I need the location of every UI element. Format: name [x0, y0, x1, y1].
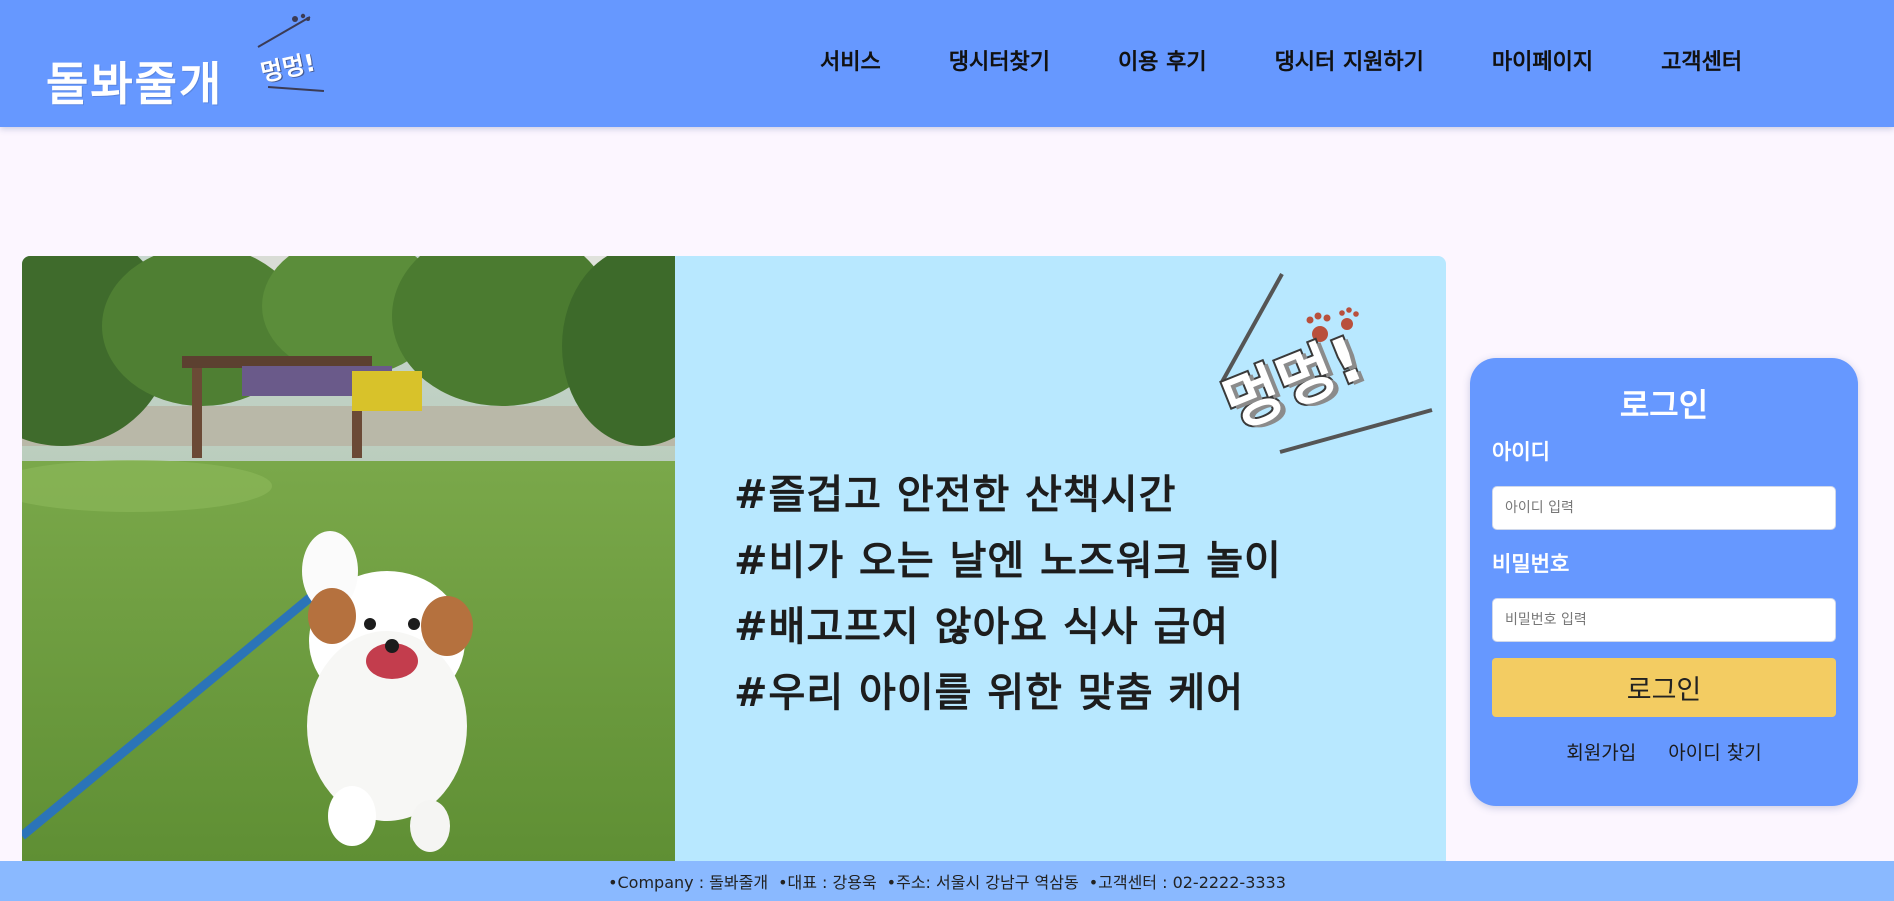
hero-banner: #즐겁고 안전한 산책시간 #비가 오는 날엔 노즈워크 놀이 #배고프지 않아… — [22, 256, 1446, 861]
hashtag-list: #즐겁고 안전한 산책시간 #비가 오는 날엔 노즈워크 놀이 #배고프지 않아… — [734, 462, 1282, 726]
logo-title: 돌봐줄개 — [46, 57, 224, 111]
password-label: 비밀번호 — [1492, 552, 1570, 576]
nav-item-support[interactable]: 고객센터 — [1661, 44, 1742, 76]
header-bar: 돌봐줄개 멍멍! 서비스 댕시터찾기 이용 후기 댕시터 지원하기 마이페이지 … — [0, 0, 1894, 127]
hashtag-nosework: #비가 오는 날엔 노즈워크 놀이 — [734, 538, 1282, 584]
login-panel: 로그인 아이디 비밀번호 로그인 회원가입 아이디 찾기 — [1470, 358, 1858, 806]
hashtag-care: #우리 아이를 위한 맞춤 케어 — [734, 670, 1245, 716]
nav-item-reviews[interactable]: 이용 후기 — [1118, 44, 1207, 76]
nav-item-apply-sitter[interactable]: 댕시터 지원하기 — [1275, 44, 1424, 76]
footer-address: •주소: 서울시 강남구 역삼동 — [886, 873, 1079, 892]
password-input[interactable] — [1492, 598, 1836, 642]
main-nav: 서비스 댕시터찾기 이용 후기 댕시터 지원하기 마이페이지 고객센터 — [820, 44, 1742, 76]
dog-walk-photo — [22, 256, 675, 861]
nav-item-mypage[interactable]: 마이페이지 — [1492, 44, 1593, 76]
footer-support-phone: •고객센터 : 02-2222-3333 — [1088, 873, 1286, 892]
nav-item-find-sitter[interactable]: 댕시터찾기 — [949, 44, 1050, 76]
nav-item-service[interactable]: 서비스 — [820, 44, 881, 76]
paw-icon — [292, 13, 310, 22]
id-input[interactable] — [1492, 486, 1836, 530]
login-links: 회원가입 아이디 찾기 — [1470, 738, 1858, 765]
mungmung-badge: 멍멍! — [1192, 272, 1446, 492]
login-button[interactable]: 로그인 — [1492, 658, 1836, 717]
footer-bar: •Company : 돌봐줄개 •대표 : 강용욱 •주소: 서울시 강남구 역… — [0, 861, 1894, 901]
site-logo[interactable]: 돌봐줄개 멍멍! — [46, 8, 336, 118]
footer-ceo: •대표 : 강용욱 — [778, 873, 877, 892]
footer-company: •Company : 돌봐줄개 — [608, 873, 769, 892]
login-title: 로그인 — [1619, 386, 1709, 424]
id-label: 아이디 — [1492, 440, 1550, 464]
signup-link[interactable]: 회원가입 — [1566, 738, 1636, 765]
hashtag-feeding: #배고프지 않아요 식사 급여 — [734, 604, 1230, 650]
find-id-link[interactable]: 아이디 찾기 — [1668, 738, 1761, 765]
logo-accent-line — [267, 86, 325, 92]
logo-badge: 멍멍! — [258, 48, 318, 88]
